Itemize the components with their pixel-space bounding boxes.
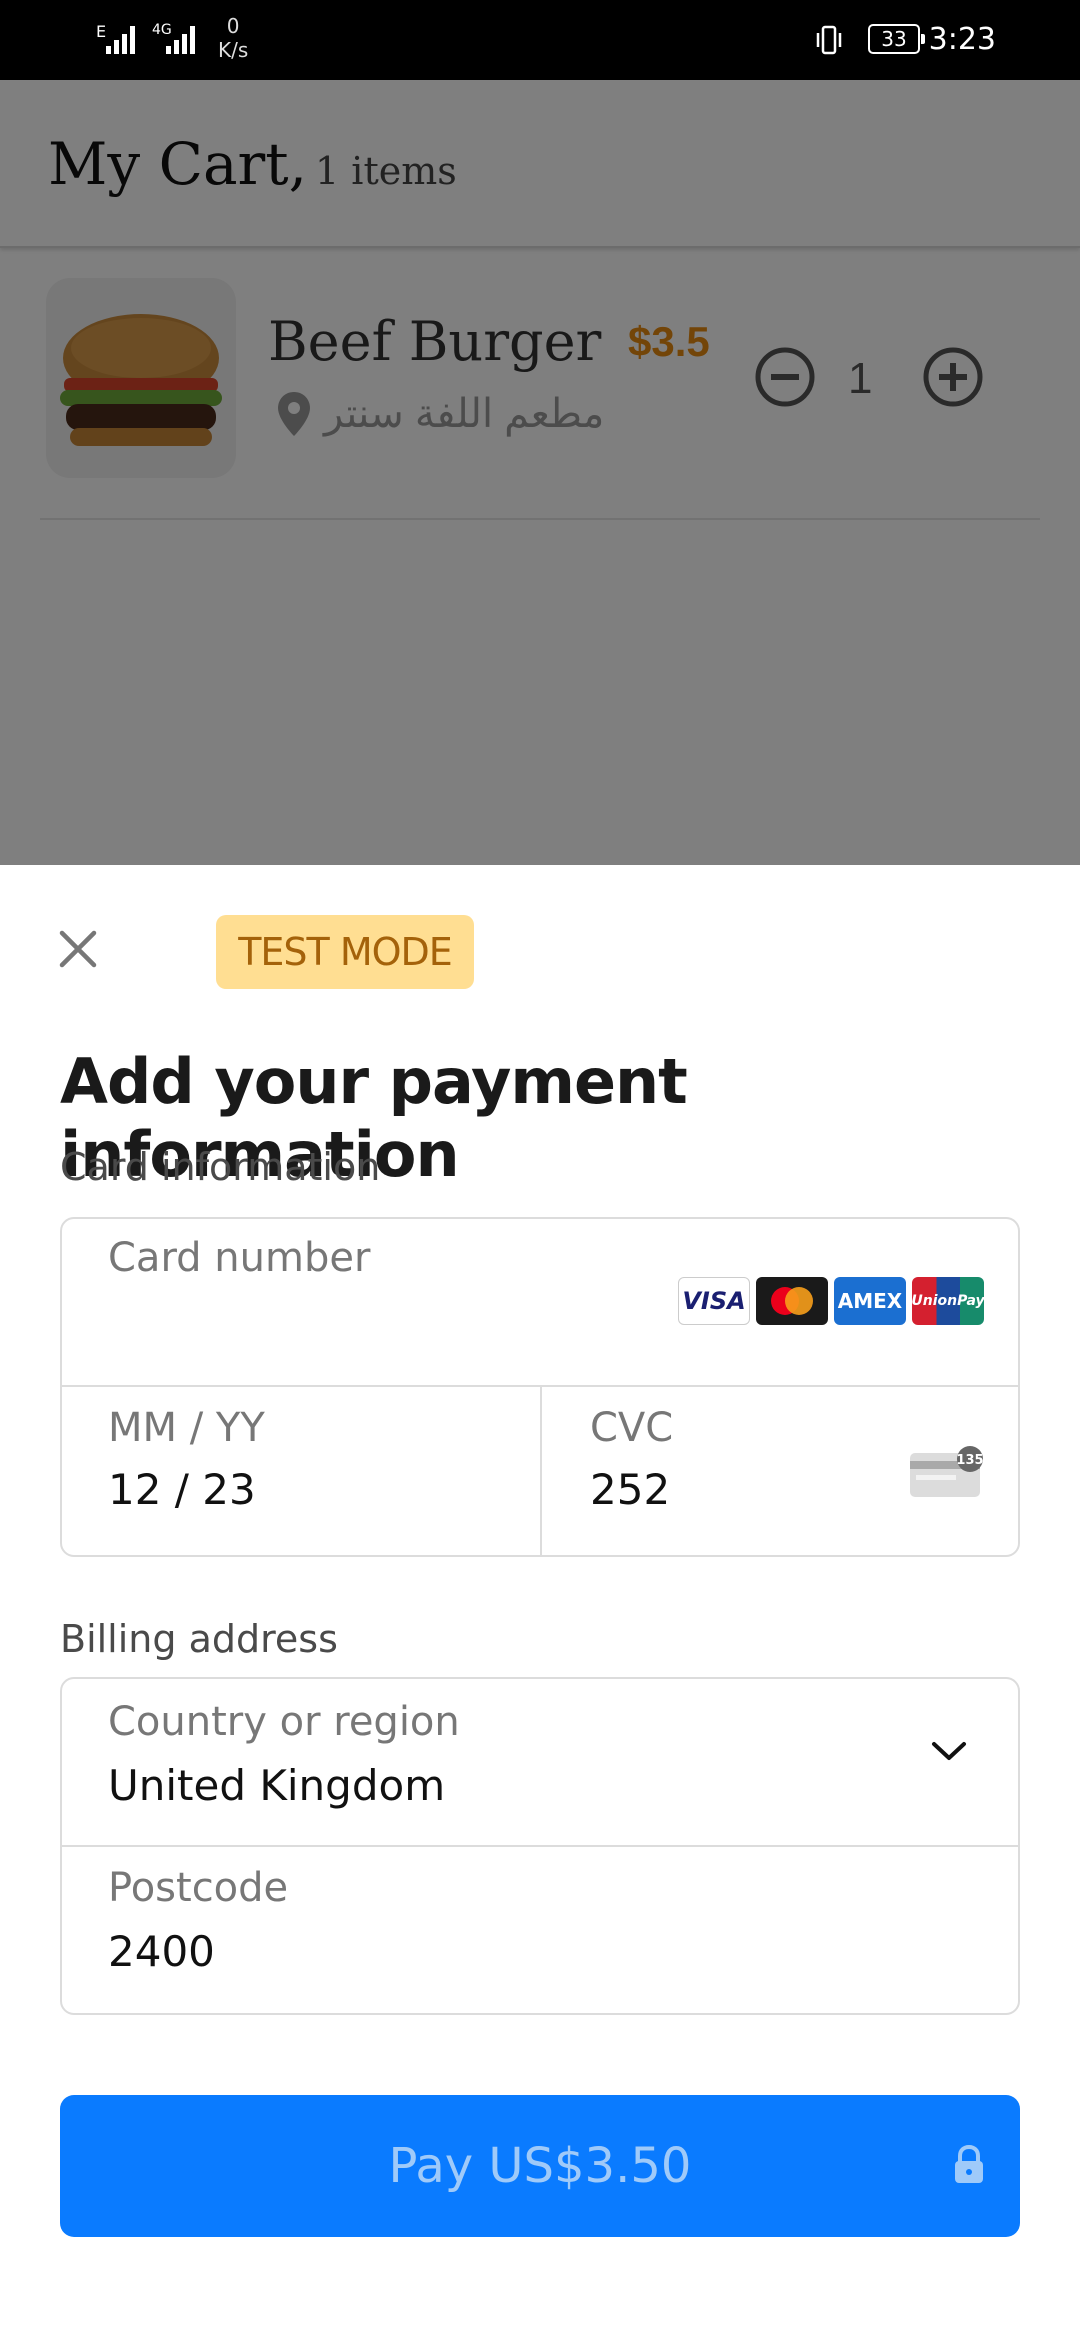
- cvc-value: 252: [590, 1465, 671, 1514]
- status-time: 3:23: [928, 22, 996, 57]
- cvc-icon-number: 135: [956, 1453, 983, 1468]
- battery-indicator: 33: [868, 24, 925, 54]
- unionpay-icon: UnionPay: [911, 1277, 985, 1325]
- country-label: Country or region: [108, 1699, 460, 1745]
- test-mode-badge: TEST MODE: [216, 915, 474, 989]
- card-details-box: Card number VISA AMEX UnionPay MM / YY 1…: [60, 1217, 1020, 1557]
- status-bar: E 4G 0 K/s 33 3:23: [0, 0, 1080, 80]
- country-select[interactable]: Country or region United Kingdom: [62, 1679, 1018, 1847]
- vibrate-icon: [816, 25, 842, 55]
- network-type-label: E: [96, 22, 107, 41]
- payment-sheet: TEST MODE Add your payment information C…: [0, 865, 1080, 2340]
- pay-button-label: Pay US$3.50: [388, 2138, 692, 2194]
- postcode-label: Postcode: [108, 1865, 289, 1911]
- postcode-field[interactable]: Postcode 2400: [62, 1847, 1018, 2015]
- signal-bars-2-icon: [166, 22, 195, 54]
- close-button[interactable]: [56, 927, 100, 971]
- cvc-card-icon: 135: [910, 1446, 984, 1497]
- amex-icon: AMEX: [834, 1277, 906, 1325]
- network-speed: 0 K/s: [218, 14, 249, 62]
- card-information-label: Card information: [60, 1145, 381, 1189]
- modal-overlay[interactable]: [0, 80, 1080, 865]
- expiry-label: MM / YY: [108, 1405, 265, 1451]
- postcode-value: 2400: [108, 1927, 215, 1976]
- lock-icon: [955, 2145, 983, 2183]
- billing-address-label: Billing address: [60, 1617, 338, 1661]
- signal-bars-icon: [106, 22, 135, 54]
- mastercard-icon: [756, 1277, 828, 1325]
- country-value: United Kingdom: [108, 1761, 446, 1810]
- visa-icon: VISA: [678, 1277, 750, 1325]
- pay-button[interactable]: Pay US$3.50: [60, 2095, 1020, 2237]
- expiry-field[interactable]: MM / YY 12 / 23: [62, 1387, 542, 1557]
- card-number-placeholder: Card number: [108, 1235, 371, 1281]
- billing-address-box: Country or region United Kingdom Postcod…: [60, 1677, 1020, 2015]
- card-brand-logos: VISA AMEX UnionPay: [678, 1277, 985, 1325]
- chevron-down-icon: [932, 1742, 966, 1760]
- cvc-label: CVC: [590, 1405, 674, 1451]
- cvc-field[interactable]: CVC 252 135: [542, 1387, 1020, 1557]
- card-number-field[interactable]: Card number VISA AMEX UnionPay: [62, 1219, 1018, 1387]
- expiry-value: 12 / 23: [108, 1465, 256, 1514]
